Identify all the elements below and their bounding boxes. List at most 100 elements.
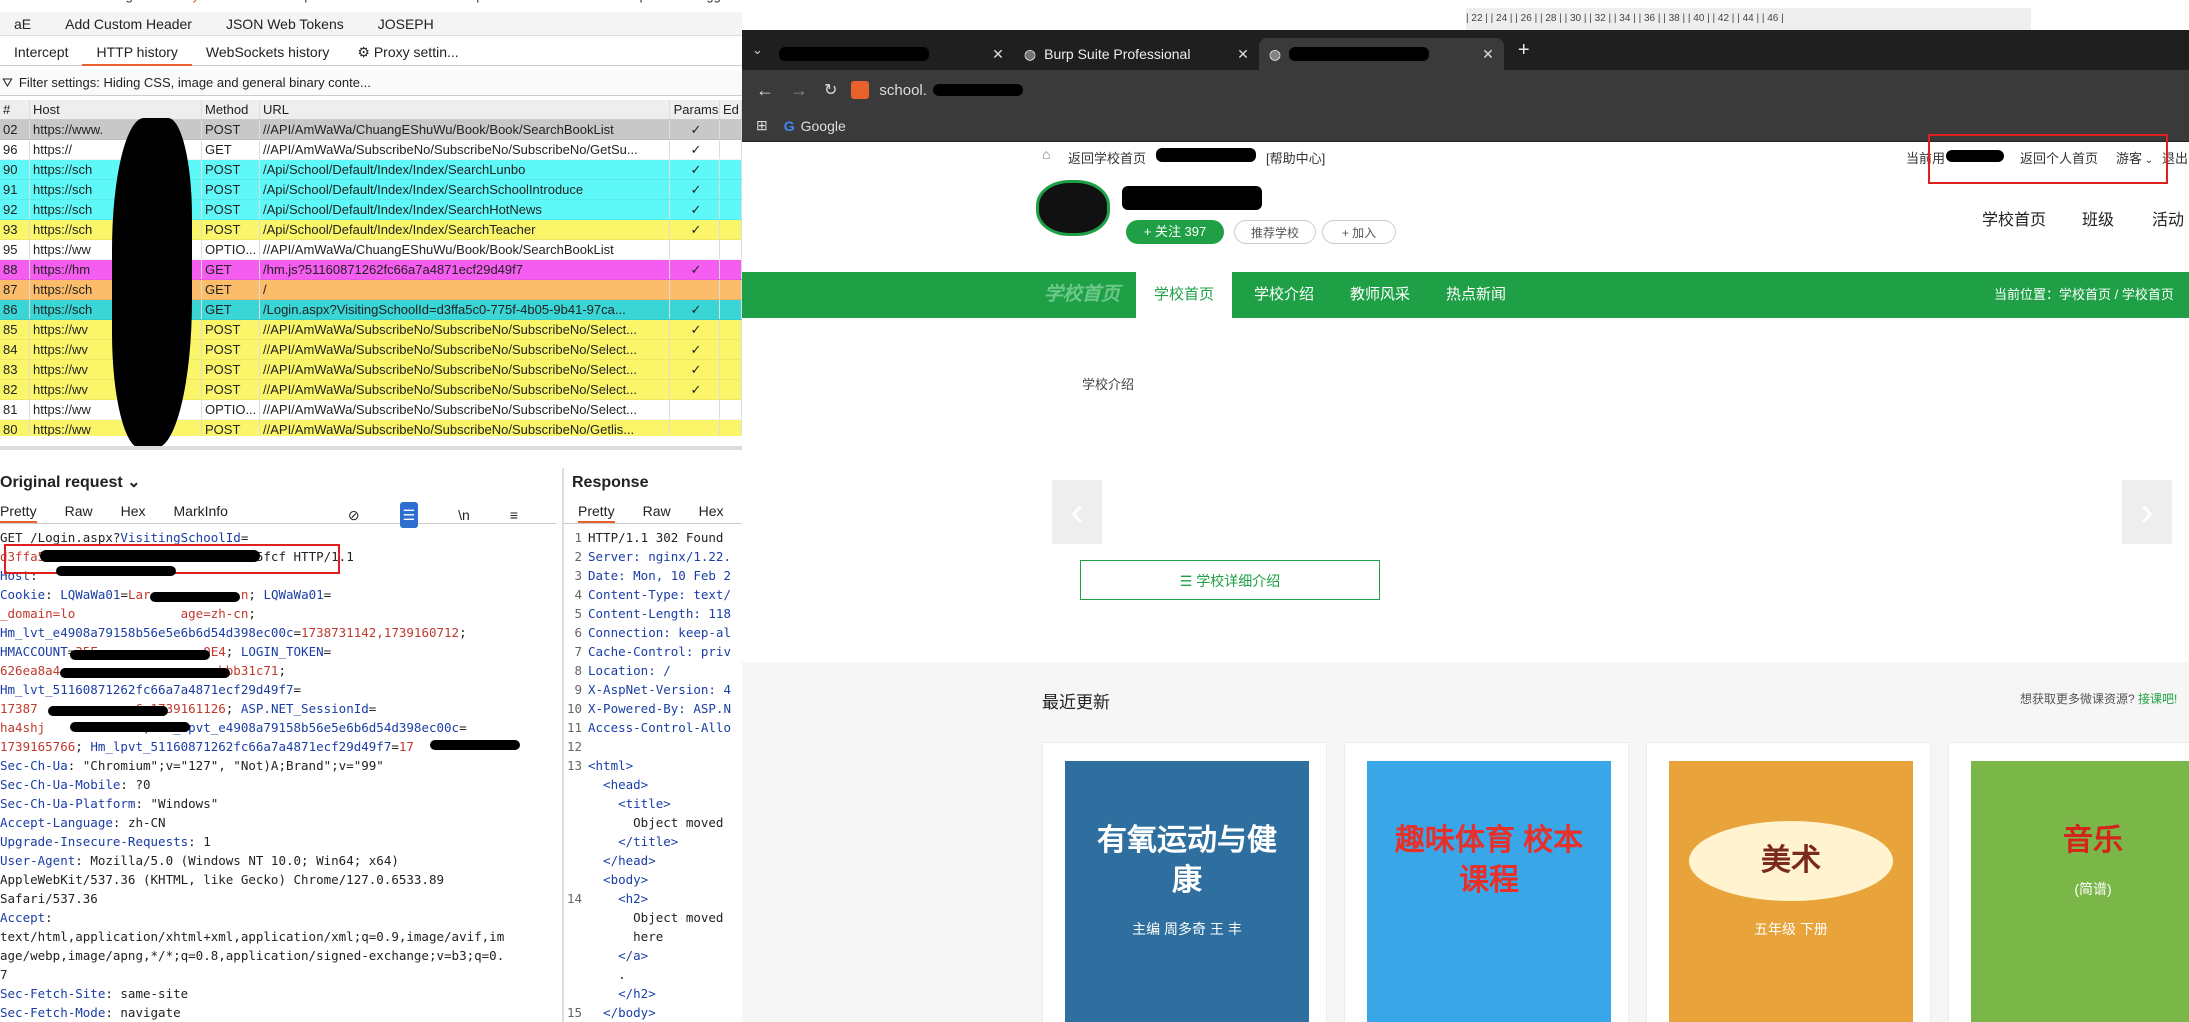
- tab-intercept[interactable]: Intercept: [0, 38, 82, 66]
- browser-tab-burp-label: Burp Suite Professional: [1044, 46, 1191, 62]
- request-tab-pretty[interactable]: Pretty: [0, 498, 37, 523]
- more-resources-link[interactable]: 接课吧!: [2138, 690, 2177, 707]
- green-nav-teachers[interactable]: 教师风采: [1350, 272, 1410, 318]
- burp-tab[interactable]: Intruder: [221, 0, 266, 8]
- wrap-icon[interactable]: ☰: [399, 502, 419, 528]
- table-row[interactable]: 92 https://sch POST/Api/School/Default/Ind…: [0, 200, 742, 220]
- book-subtitle: 五年级 下册: [1754, 921, 1828, 937]
- bookmark-google[interactable]: Google: [801, 118, 846, 134]
- table-cell-edited: [720, 120, 742, 139]
- green-nav-home[interactable]: 学校首页: [1136, 272, 1232, 318]
- close-icon[interactable]: ✕: [1237, 46, 1249, 63]
- book-card[interactable]: 美术 五年级 下册: [1646, 742, 1931, 1022]
- table-row[interactable]: 81 https://ww OPTIO...//API/AmWaWa/Subscri…: [0, 400, 742, 420]
- col-method[interactable]: Method: [202, 100, 260, 119]
- green-nav-news[interactable]: 热点新闻: [1446, 272, 1506, 318]
- extension-tab[interactable]: JOSEPH: [378, 16, 434, 32]
- apps-icon[interactable]: ⊞: [756, 117, 768, 134]
- response-text: Server: nginx/1.22.: [588, 549, 731, 564]
- col-edited[interactable]: Ed: [720, 100, 742, 119]
- request-line: Hm_lvt_51160871262fc66a7a4871ecf29d49f7=: [0, 680, 556, 699]
- hide-icon[interactable]: ⊘: [348, 502, 360, 528]
- col-id[interactable]: #: [0, 100, 30, 119]
- extension-tab[interactable]: Add Custom Header: [65, 16, 192, 32]
- menu-icon[interactable]: ≡: [510, 502, 518, 528]
- book-card[interactable]: 有氧运动与健康 主编 周多奇 王 丰: [1042, 742, 1327, 1022]
- table-row[interactable]: 83 https://wv POST//API/AmWaWa/SubscribeNo…: [0, 360, 742, 380]
- request-title[interactable]: Original request ⌄: [0, 468, 556, 498]
- extension-tab[interactable]: JSON Web Tokens: [226, 16, 344, 32]
- nav-activity[interactable]: 活动: [2152, 206, 2184, 230]
- reload-icon[interactable]: ↻: [824, 80, 837, 100]
- col-host[interactable]: Host: [30, 100, 202, 119]
- follow-button[interactable]: + 关注 397: [1126, 220, 1224, 244]
- table-row[interactable]: 02 https://www. POST//API/AmWaWa/ChuangESh…: [0, 120, 742, 140]
- response-line: 3 Date: Mon, 10 Feb 2: [564, 566, 742, 585]
- table-cell-method: POST: [202, 320, 260, 339]
- table-cell-edited: [720, 280, 742, 299]
- book-title: 美术: [1689, 821, 1893, 901]
- green-nav-intro[interactable]: 学校介绍: [1254, 272, 1314, 318]
- pane-divider[interactable]: [0, 446, 742, 450]
- close-icon[interactable]: ✕: [1482, 46, 1494, 63]
- table-row[interactable]: 80 https://ww POST//API/AmWaWa/SubscribeNo…: [0, 420, 742, 436]
- table-cell-id: 91: [0, 180, 30, 199]
- browser-tab-burp[interactable]: ◍ Burp Suite Professional ✕: [1014, 38, 1259, 70]
- book-card[interactable]: 趣味体育 校本课程: [1344, 742, 1629, 1022]
- burp-tab[interactable]: Decoder: [541, 0, 590, 8]
- nav-class[interactable]: 班级: [2082, 206, 2114, 230]
- browser-tab-1[interactable]: ✕: [769, 38, 1014, 70]
- table-row[interactable]: 91 https://sch POST/Api/School/Default/Ind…: [0, 180, 742, 200]
- table-row[interactable]: 96 https://GET//API/AmWaWa/SubscribeNo/Su…: [0, 140, 742, 160]
- newline-icon[interactable]: \n: [458, 502, 470, 528]
- request-token: Hm_lvt_e4908a79158b56e5e6b6d54d398ec00c: [0, 625, 294, 640]
- close-icon[interactable]: ✕: [992, 46, 1004, 63]
- response-tab-pretty[interactable]: Pretty: [578, 498, 615, 523]
- nav-school-home[interactable]: 学校首页: [1982, 206, 2046, 230]
- new-tab-button[interactable]: +: [1518, 39, 1530, 62]
- request-tab-hex[interactable]: Hex: [121, 498, 146, 523]
- request-tab-markinfo[interactable]: MarkInfo: [174, 498, 228, 523]
- recommend-school-button[interactable]: 推荐学校: [1234, 220, 1316, 244]
- table-row[interactable]: 90 https://sch POST/Api/School/Default/Ind…: [0, 160, 742, 180]
- address-input[interactable]: school.: [879, 82, 927, 99]
- table-cell-method: GET: [202, 280, 260, 299]
- response-line: 5 Content-Length: 118: [564, 604, 742, 623]
- extension-tab[interactable]: aE: [14, 16, 31, 32]
- tab-websockets-history[interactable]: WebSockets history: [192, 38, 343, 66]
- table-row[interactable]: 82 https://wv POST//API/AmWaWa/SubscribeNo…: [0, 380, 742, 400]
- burp-tab[interactable]: Target: [108, 0, 144, 8]
- burp-tab[interactable]: Sequencer: [456, 0, 519, 8]
- join-button[interactable]: + 加入: [1322, 220, 1396, 244]
- book-card[interactable]: 音乐 (简谱): [1948, 742, 2189, 1022]
- help-center-link[interactable]: [帮助中心]: [1266, 148, 1325, 167]
- more-resources-question: 想获取更多微课资源?: [2020, 692, 2135, 706]
- filter-bar[interactable]: ⛛ Filter settings: Hiding CSS, image and…: [0, 70, 742, 96]
- response-tab-hex[interactable]: Hex: [699, 498, 724, 523]
- response-tab-raw[interactable]: Raw: [643, 498, 671, 523]
- response-body[interactable]: 1 HTTP/1.1 302 Found 2 Server: nginx/1.22. 3…: [564, 524, 742, 1022]
- table-cell-method: OPTIO...: [202, 240, 260, 259]
- request-tab-raw[interactable]: Raw: [65, 498, 93, 523]
- carousel-prev-button[interactable]: ‹: [1052, 480, 1102, 544]
- burp-tab[interactable]: Proxy: [166, 0, 199, 8]
- carousel-next-button[interactable]: ›: [2122, 480, 2172, 544]
- burp-tab[interactable]: Dashboard: [22, 0, 86, 8]
- col-params[interactable]: Params: [670, 100, 720, 119]
- tab-proxy-settings[interactable]: ⚙ Proxy settin...: [343, 38, 472, 66]
- burp-tab[interactable]: Repeater: [288, 0, 341, 8]
- redaction-block: [48, 706, 168, 716]
- school-detail-button[interactable]: ☰ 学校详细介绍: [1080, 560, 1380, 600]
- col-url[interactable]: URL: [260, 100, 670, 119]
- burp-tab[interactable]: Comparer: [612, 0, 670, 8]
- request-body[interactable]: GET /Login.aspx?VisitingSchoolId= d3ffa5c…: [0, 524, 556, 1022]
- browser-tab-active[interactable]: ◍ ✕: [1258, 38, 1504, 70]
- book-cover: 趣味体育 校本课程: [1367, 761, 1611, 1022]
- tab-http-history[interactable]: HTTP history: [82, 38, 192, 66]
- tab-search-icon[interactable]: ⌄: [752, 42, 763, 58]
- burp-tab[interactable]: Collaborator: [363, 0, 434, 8]
- forward-icon[interactable]: →: [790, 80, 808, 101]
- back-school-home-link[interactable]: 返回学校首页: [1068, 148, 1146, 167]
- back-icon[interactable]: ←: [756, 80, 774, 101]
- burp-tab[interactable]: Logger: [692, 0, 732, 8]
